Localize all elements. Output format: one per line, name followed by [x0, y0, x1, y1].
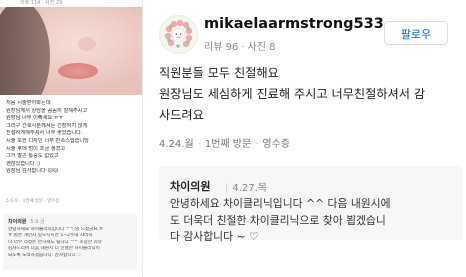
review-line: 괜찮았습니다 :)	[6, 160, 41, 167]
review-line: 그리구 간호사분께서는 긴장하지 않게	[6, 122, 88, 129]
review-line: 원장님께서 상담을 꼼꼼히 잘해주시고	[6, 107, 88, 114]
visit-count: 1번째 방문	[204, 139, 252, 150]
left-reply-body: 안녕하세요 차이클리닉입니다 ^^ 멍 드셨군요 ㅠ ㅠ 멍은 개인차 있으시지…	[8, 227, 134, 259]
review-text: 직원분들 모두 친절해요 원장님도 세심하게 진료해 주시고 너무친절하셔서 감…	[159, 63, 459, 126]
reply-line: 되도록 노력하겠습니다. 감사합니다 ♡	[8, 252, 82, 258]
review-count: 리뷰 96	[204, 42, 239, 53]
left-reply-owner: 차이의원	[8, 219, 27, 225]
avatar[interactable]	[159, 15, 198, 54]
meta-separator: ·	[197, 139, 201, 150]
review-line: 원장님도 세심하게 진료해 주시고 너무친절하셔서 감	[159, 87, 426, 101]
photo-hair	[0, 7, 50, 95]
reply-line: 다 감사합니다 ~ ♡	[170, 230, 259, 243]
review-card: mikaelaarmstrong533 리뷰 96 · 사진 8 팔로우 직원분들 …	[148, 0, 466, 277]
review-line: 원장님 너무 이뻐세요 ㅠㅠ	[6, 115, 64, 122]
visit-meta: 4.24.월 · 1번째 방문 · 영수증	[159, 135, 290, 150]
left-visit-meta: 5.6.토 · 1번째 방문 · 영수증	[6, 199, 60, 204]
left-review-text: 처음 시술받아봐는데 원장님께서 상담을 꼼꼼히 잘해주시고 원장님 너무 이뻐…	[6, 100, 136, 176]
review-line: 친절하게해주셔서 너무 좋았습니다.	[6, 130, 83, 137]
review-line: 시술 또한 디자인 너무 만족스럽습니당	[6, 137, 89, 144]
follow-button[interactable]: 팔로우	[384, 21, 448, 45]
avatar-flower-icon	[160, 16, 197, 53]
left-owner-reply: 차이의원 5.9.금 안녕하세요 차이클리닉입니다 ^^ 멍 드셨군요 ㅠ ㅠ 멍…	[3, 214, 137, 270]
review-line: 직원분들 모두 친절해요	[159, 66, 279, 80]
review-line: 그거 말곤 통증도 없었고	[6, 153, 59, 160]
visit-date: 4.24.월	[159, 139, 194, 150]
review-line: 처음 시술받아봐는데	[6, 100, 51, 106]
stats-separator: ·	[241, 42, 245, 53]
review-photo[interactable]	[0, 7, 142, 95]
left-reply-header: 차이의원 5.9.금	[8, 218, 45, 225]
photo-count: 사진 8	[247, 42, 276, 53]
review-line: 사드려요	[159, 108, 204, 122]
meta-separator: ·	[255, 139, 259, 150]
review-line: 시술 후에 멍이 조금 생겼고	[6, 145, 66, 152]
reply-date-wrap: | 4.27.목	[225, 179, 267, 194]
left-reviewer-stats: 리뷰 114 · 사진 29	[20, 0, 63, 6]
reply-date: 4.27.목	[232, 183, 268, 194]
reviewer-username[interactable]: mikaelaarmstrong533	[204, 16, 384, 32]
review-line: 원장님 감사합니다 🐱🐱	[6, 168, 59, 175]
reply-body: 안녕하세요 차이클리닉입니다 ^^ 다음 내원시에 도 더욱더 친절한 차이클리…	[170, 196, 460, 246]
photo-lips	[58, 63, 98, 79]
reviewer-stats: 리뷰 96 · 사진 8	[204, 38, 275, 53]
left-reply-date: 5.9.금	[30, 219, 45, 225]
left-review-card: 리뷰 114 · 사진 29 처음 시술받아봐는데 원장님께서 상담을 꼼꼼히 …	[0, 0, 143, 277]
owner-reply: 차이의원 | 4.27.목 안녕하세요 차이클리닉입니다 ^^ 다음 내원시에 도…	[159, 166, 463, 243]
photo-nose	[78, 37, 96, 51]
visit-proof: 영수증	[262, 139, 290, 150]
reply-divider: |	[225, 183, 229, 194]
reply-line: 안녕하세요 차이클리닉입니다 ^^ 다음 내원시에	[170, 197, 391, 210]
reply-line: 도 더욱더 친절한 차이클리닉으로 찾아 뵙겠습니	[170, 213, 386, 227]
reply-owner-name: 차이의원	[170, 180, 211, 193]
